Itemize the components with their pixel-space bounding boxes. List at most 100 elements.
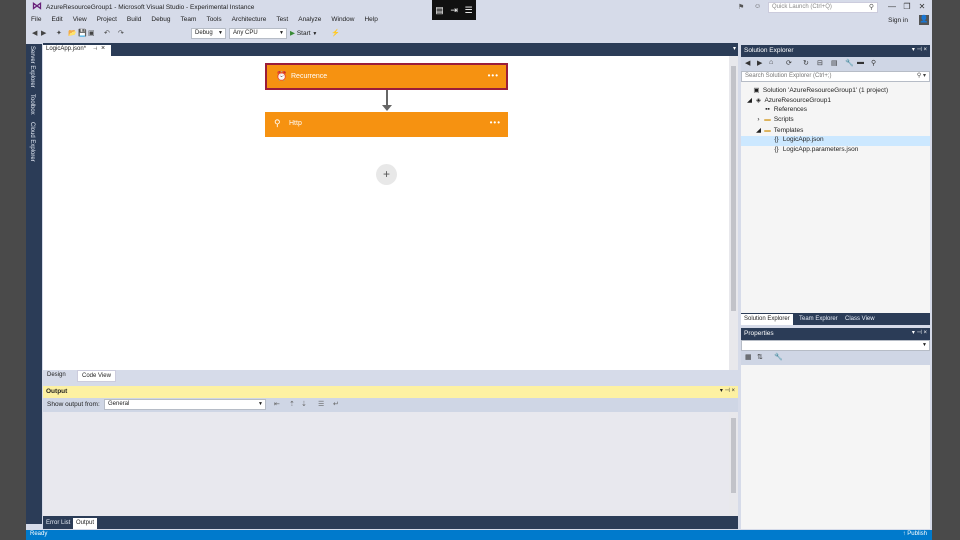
tree-item-templates[interactable]: ◢ ▬ Templates <box>741 126 930 136</box>
menu-help[interactable]: Help <box>359 15 382 27</box>
overlay-icon-3[interactable]: ☰ <box>465 5 473 16</box>
word-wrap-icon[interactable]: ↵ <box>333 400 339 408</box>
publish-button[interactable]: ↑ Publish <box>903 531 927 537</box>
properties-object-select[interactable]: ▼ <box>741 340 930 351</box>
configuration-value: Debug <box>195 30 213 36</box>
overlay-icon-2[interactable]: ⇥ <box>450 5 458 16</box>
menu-team[interactable]: Team <box>176 15 202 27</box>
search-icon[interactable]: ⚲ <box>871 59 876 67</box>
back-icon[interactable]: ◀ <box>32 29 37 37</box>
scrollbar-thumb[interactable] <box>731 66 736 311</box>
undo-icon[interactable]: ↶ <box>104 29 110 37</box>
vertical-scrollbar[interactable] <box>729 412 738 516</box>
output-text-area[interactable] <box>43 412 738 516</box>
tree-item-references[interactable]: ▪▪ References <box>741 106 930 116</box>
expander-icon[interactable]: ◢ <box>754 126 763 134</box>
menu-debug[interactable]: Debug <box>146 15 175 27</box>
more-options-icon[interactable]: ••• <box>490 118 501 127</box>
find-message-icon[interactable]: ⇤ <box>274 400 280 408</box>
tree-item-solution[interactable]: ▣ Solution 'AzureResourceGroup1' (1 proj… <box>741 86 930 96</box>
sign-in-link[interactable]: Sign in <box>888 17 908 24</box>
close-icon[interactable]: × <box>101 45 105 52</box>
chevron-down-icon[interactable]: ▾ <box>733 45 736 52</box>
tab-output[interactable]: Output <box>73 518 98 529</box>
tree-item-project[interactable]: ◢ ◈ AzureResourceGroup1 <box>741 96 930 106</box>
solution-explorer-search[interactable]: Search Solution Explorer (Ctrl+;) ⚲ ▾ <box>741 71 930 82</box>
alphabetical-icon[interactable]: ⇅ <box>757 353 763 361</box>
tab-design[interactable]: Design <box>43 370 70 382</box>
pin-icon[interactable]: ⊣ <box>93 46 97 52</box>
tree-item-scripts[interactable]: › ▬ Scripts <box>741 116 930 126</box>
browser-link-icon[interactable]: ⚡ <box>331 29 340 37</box>
back-icon[interactable]: ◀ <box>745 59 750 67</box>
menu-architecture[interactable]: Architecture <box>227 15 272 27</box>
previous-message-icon[interactable]: ⇡ <box>289 400 295 408</box>
http-action-card[interactable]: ⚲ Http ••• <box>265 112 508 137</box>
menu-test[interactable]: Test <box>271 15 293 27</box>
refresh-icon[interactable]: ↻ <box>803 59 809 67</box>
new-project-icon[interactable]: ✦ <box>56 29 62 37</box>
minimize-button[interactable]: — <box>886 2 898 12</box>
quick-launch-input[interactable]: Quick Launch (Ctrl+Q) ⚲ <box>768 2 878 13</box>
redo-icon[interactable]: ↷ <box>118 29 124 37</box>
solution-configuration-select[interactable]: Debug ▼ <box>191 28 226 39</box>
save-all-icon[interactable]: ▣ <box>88 29 95 37</box>
open-file-icon[interactable]: 📂 <box>68 29 77 37</box>
categorized-icon[interactable]: ▦ <box>745 353 752 361</box>
notification-flag-icon[interactable]: ⚑ <box>738 3 744 11</box>
expander-icon[interactable]: ◢ <box>745 96 754 104</box>
tab-code-view[interactable]: Code View <box>77 370 116 382</box>
sync-icon[interactable]: ⟳ <box>786 59 792 67</box>
designer-view-tabs: Design Code View <box>43 370 738 383</box>
show-all-files-icon[interactable]: ▤ <box>831 59 838 67</box>
tab-class-view[interactable]: Class View <box>842 314 878 325</box>
recurrence-trigger-card[interactable]: ⏰ Recurrence ••• <box>265 63 508 90</box>
home-icon[interactable]: ⌂ <box>769 59 773 66</box>
restore-button[interactable]: ❐ <box>901 2 913 12</box>
property-pages-icon[interactable]: 🔧 <box>774 353 783 361</box>
feedback-icon[interactable]: ☺ <box>754 3 761 10</box>
tab-error-list[interactable]: Error List <box>43 518 73 529</box>
tab-solution-explorer[interactable]: Solution Explorer <box>741 314 793 325</box>
clear-all-icon[interactable]: ☰ <box>318 400 324 408</box>
tab-toolbox[interactable]: Toolbox <box>29 94 35 115</box>
menu-build[interactable]: Build <box>122 15 146 27</box>
document-tab-logicapp[interactable]: LogicApp.json* ⊣ × <box>43 45 111 56</box>
panel-window-controls[interactable]: ▾ ⊣ × <box>912 329 927 336</box>
tree-item-label: LogicApp.json <box>782 136 824 143</box>
panel-window-controls[interactable]: ▾ ⊣ × <box>912 46 927 53</box>
menu-window[interactable]: Window <box>326 15 359 27</box>
forward-icon[interactable]: ▶ <box>41 29 46 37</box>
preview-icon[interactable]: ▬ <box>857 59 864 66</box>
menu-file[interactable]: File <box>26 15 46 27</box>
overlay-icon-1[interactable]: ▤ <box>435 5 444 16</box>
close-button[interactable]: ✕ <box>916 2 928 12</box>
left-tool-tabs: Server Explorer Toolbox Cloud Explorer <box>26 44 42 524</box>
tab-team-explorer[interactable]: Team Explorer <box>796 314 841 325</box>
menu-project[interactable]: Project <box>92 15 122 27</box>
menu-analyze[interactable]: Analyze <box>293 15 326 27</box>
scrollbar-thumb[interactable] <box>731 418 736 493</box>
vertical-scrollbar[interactable] <box>729 56 738 370</box>
menu-tools[interactable]: Tools <box>201 15 226 27</box>
start-button[interactable]: ▶ Start ▼ <box>290 29 317 37</box>
panel-window-controls[interactable]: ▾ ⊣ × <box>720 387 735 394</box>
expander-icon[interactable]: › <box>754 116 763 123</box>
tab-server-explorer[interactable]: Server Explorer <box>29 46 35 88</box>
forward-icon[interactable]: ▶ <box>757 59 762 67</box>
properties-wrench-icon[interactable]: 🔧 <box>845 59 854 67</box>
add-step-button[interactable]: + <box>376 164 397 185</box>
more-options-icon[interactable]: ••• <box>488 71 499 80</box>
collapse-all-icon[interactable]: ⊟ <box>817 59 823 67</box>
save-icon[interactable]: 💾 <box>78 29 87 37</box>
chevron-down-icon: ▼ <box>312 31 318 37</box>
tree-item-logicapp-json[interactable]: {} LogicApp.json <box>741 136 930 146</box>
output-source-select[interactable]: General ▼ <box>104 399 266 410</box>
menu-view[interactable]: View <box>68 15 92 27</box>
tree-item-logicapp-parameters-json[interactable]: {} LogicApp.parameters.json <box>741 146 930 156</box>
solution-platform-select[interactable]: Any CPU ▼ <box>229 28 287 39</box>
tab-cloud-explorer[interactable]: Cloud Explorer <box>29 122 35 162</box>
menu-edit[interactable]: Edit <box>46 15 67 27</box>
next-message-icon[interactable]: ⇣ <box>301 400 307 408</box>
account-icon[interactable]: 👤 <box>919 15 929 25</box>
